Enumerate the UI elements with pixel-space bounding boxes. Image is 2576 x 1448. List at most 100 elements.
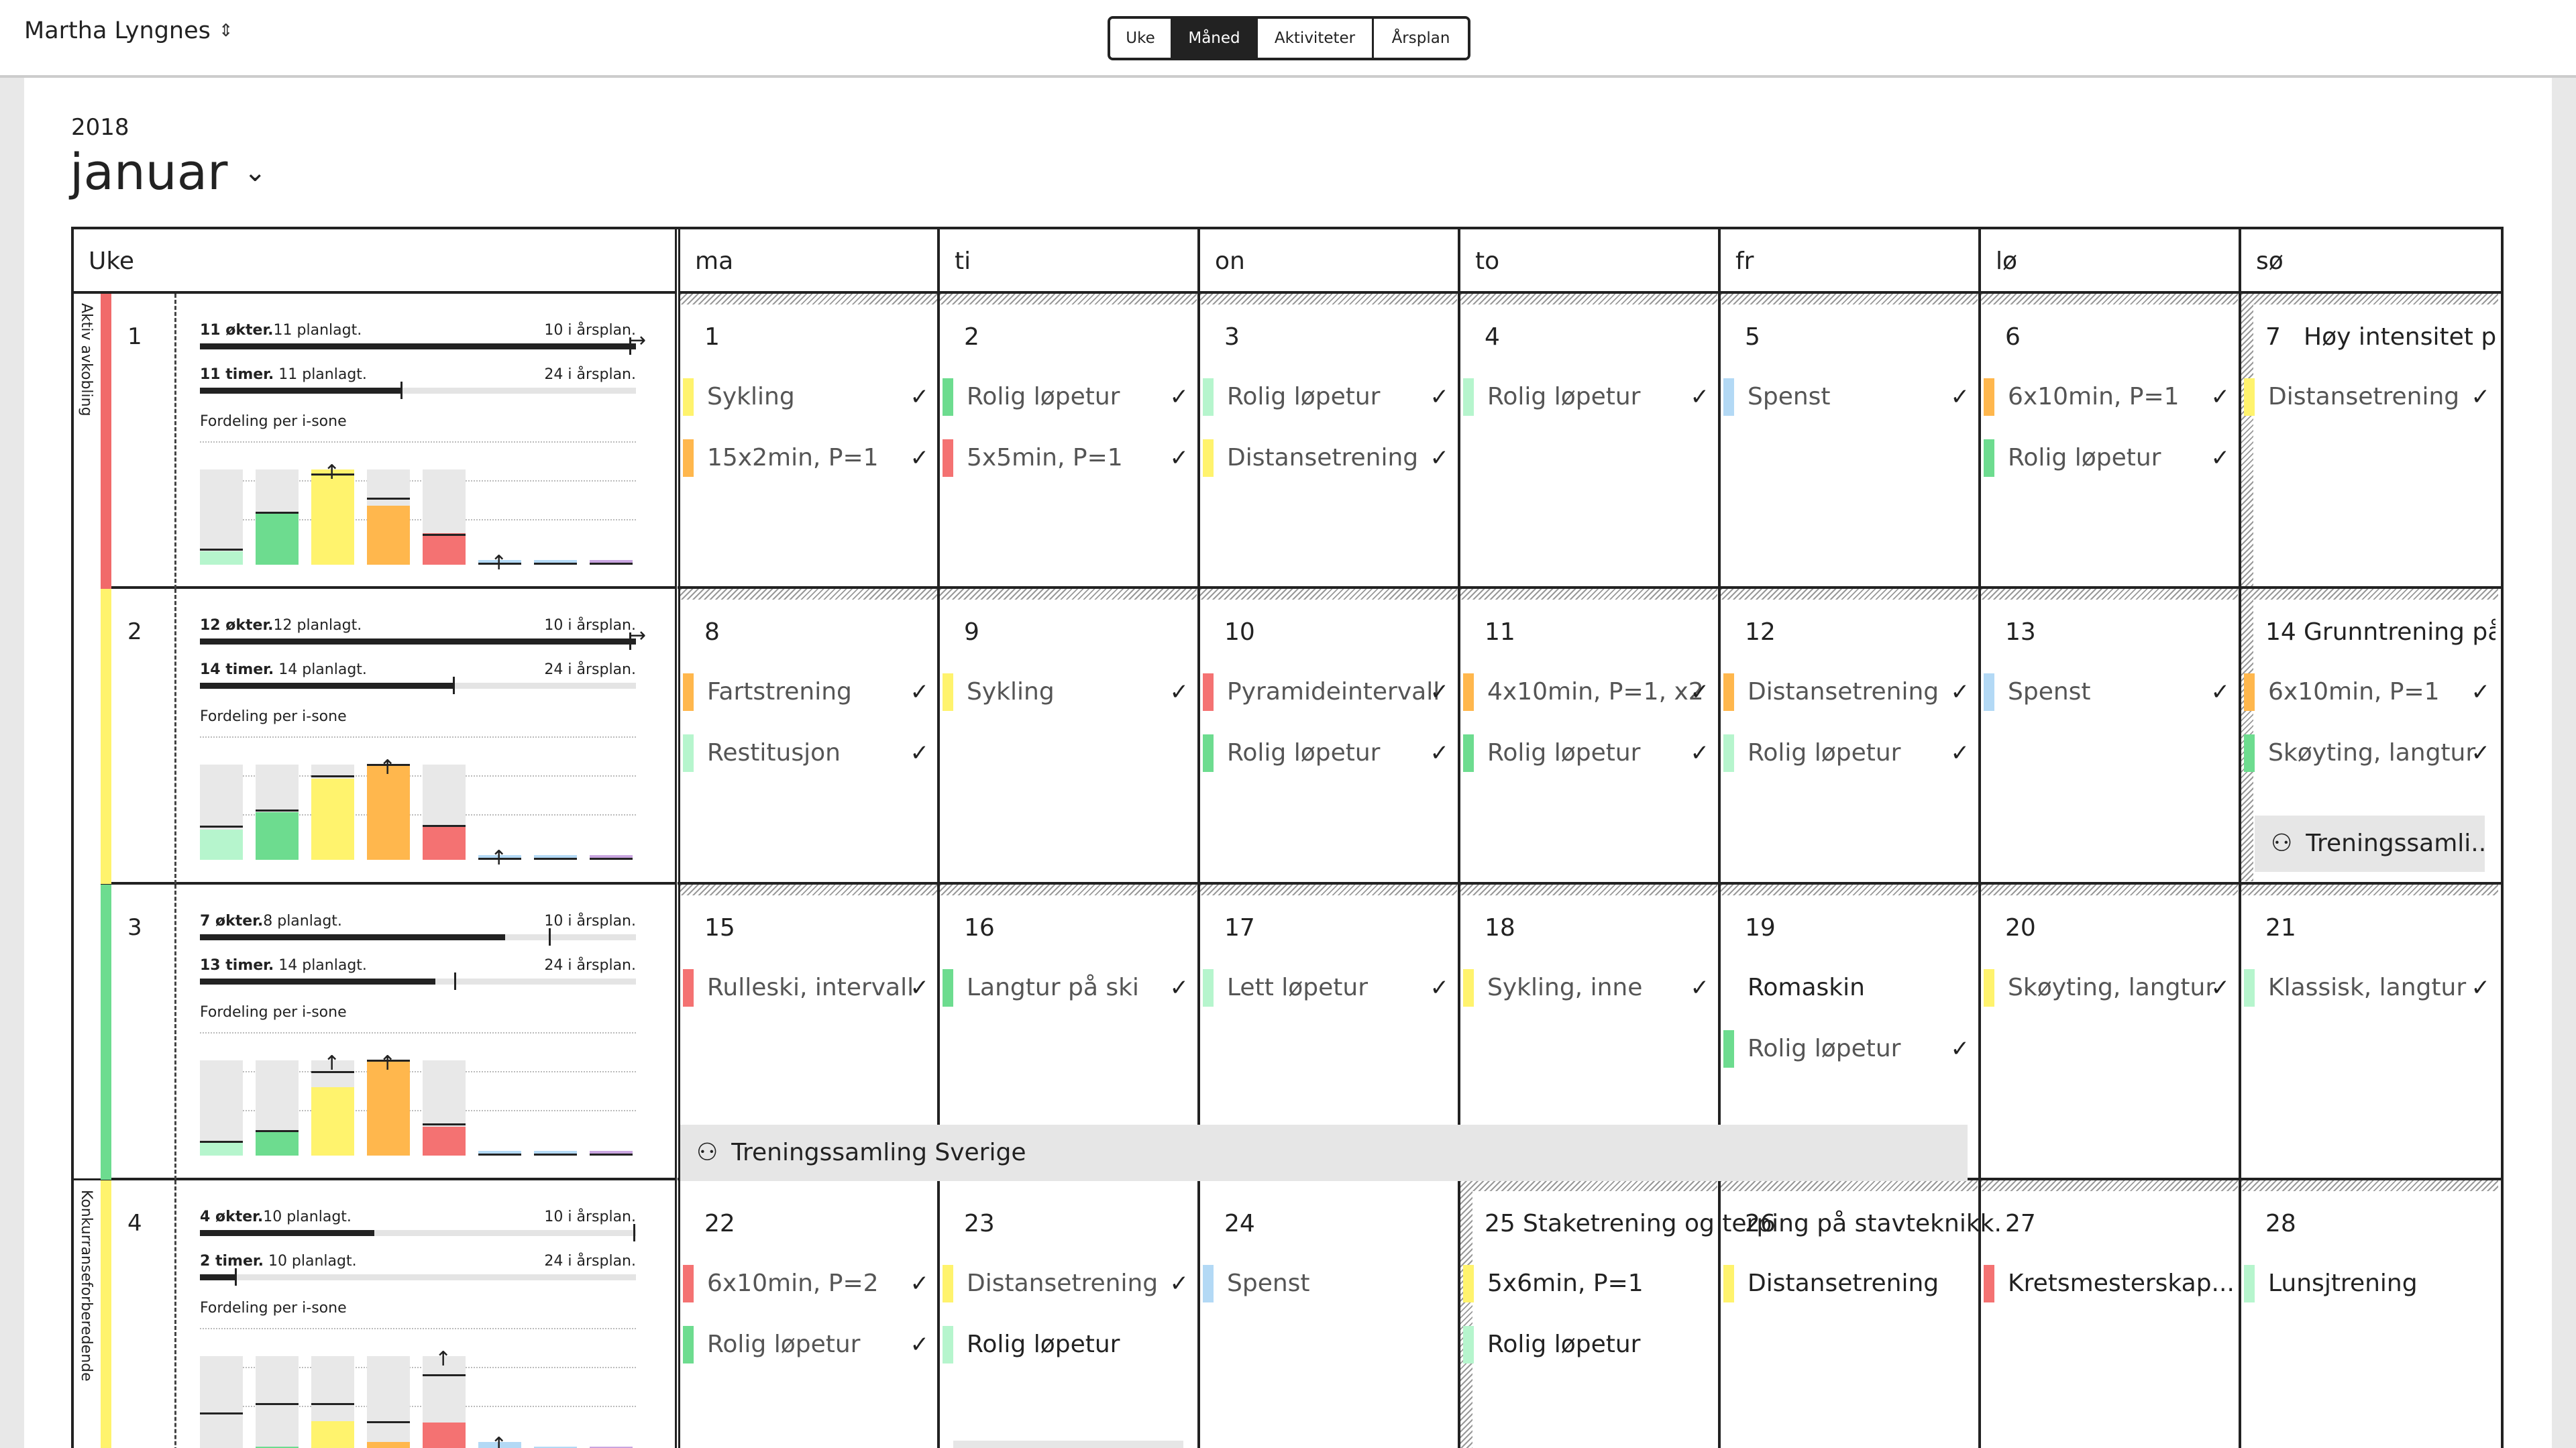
arrow-up-icon: ↑: [435, 1347, 452, 1371]
activity-item[interactable]: 6x10min, P=1 ✓: [1984, 378, 2230, 416]
activity-item[interactable]: Rulleski, intervall ✓: [683, 969, 929, 1007]
event-chip-spanning[interactable]: ⚇ Treningssamling Sverige: [680, 1125, 1968, 1181]
activity-item[interactable]: Pyramideintervall ✓: [1203, 673, 1449, 711]
day-cell[interactable]: 13 Spenst ✓: [1981, 589, 2238, 881]
zone-bar-1: [200, 1060, 243, 1156]
activity-item[interactable]: Skøyting, langtur ✓: [2244, 734, 2490, 772]
activity-item[interactable]: Spenst ✓: [1723, 378, 1970, 416]
activity-item[interactable]: Fartstrening ✓: [683, 673, 929, 711]
activity-item[interactable]: Rolig løpetur: [943, 1326, 1189, 1363]
activity-item[interactable]: Sykling, inne ✓: [1463, 969, 1709, 1007]
activity-item[interactable]: 5x6min, P=1: [1463, 1265, 1709, 1302]
activity-item[interactable]: Rolig løpetur ✓: [943, 378, 1189, 416]
day-cell[interactable]: 1 Sykling ✓ 15x2min, P=1 ✓: [680, 294, 937, 586]
activity-item[interactable]: Distansetrening ✓: [1723, 673, 1970, 711]
day-cell[interactable]: 24 Spenst: [1200, 1180, 1457, 1448]
user-selector[interactable]: Martha Lyngnes ⇕: [24, 17, 233, 44]
activity-item[interactable]: Lett løpetur ✓: [1203, 969, 1449, 1007]
activity-item[interactable]: Lunsjtrening: [2244, 1265, 2490, 1302]
zone-color-marker: [1984, 1265, 1994, 1302]
day-cell[interactable]: 9 Sykling ✓: [940, 589, 1197, 881]
activity-item[interactable]: Kretsmesterskap...: [1984, 1265, 2235, 1302]
month-calendar: Uke ma ti on to fr lø sø Aktiv avkobling Konkurra…: [71, 227, 2504, 1448]
day-cell[interactable]: 3 Rolig løpetur ✓ Distansetrening ✓: [1200, 294, 1457, 586]
activity-item[interactable]: Restitusjon ✓: [683, 734, 929, 772]
day-number: 11: [1485, 618, 1515, 646]
activity-item[interactable]: Rolig løpetur ✓: [1723, 734, 1970, 772]
month-selector[interactable]: januar ⌄: [70, 144, 266, 201]
activity-item[interactable]: 4x10min, P=1, x2 ✓: [1463, 673, 1709, 711]
zone-color-marker: [1463, 673, 1474, 711]
hours-plan-marker: [453, 677, 455, 694]
past-hatch: [680, 294, 937, 304]
day-cell[interactable]: 23 Distansetrening ✓ Rolig løpetur ⚕Helsekon…: [940, 1180, 1197, 1448]
day-cell[interactable]: 12 Distansetrening ✓ Rolig løpetur ✓: [1721, 589, 1978, 881]
activity-item[interactable]: Sykling ✓: [943, 673, 1189, 711]
day-number: 20: [2005, 914, 2036, 942]
hours-planned: 11 planlagt.: [274, 366, 367, 383]
activity-item[interactable]: Rolig løpetur ✓: [1463, 734, 1709, 772]
activity-label: Distansetrening: [967, 1270, 1159, 1297]
tab-month[interactable]: Måned: [1173, 19, 1258, 58]
zone-distribution-label: Fordeling per i-sone: [200, 708, 347, 725]
activity-item[interactable]: Distansetrening ✓: [1203, 439, 1449, 477]
day-cell[interactable]: 8 Fartstrening ✓ Restitusjon ✓: [680, 589, 937, 881]
zone-bar-fill: [256, 512, 299, 565]
day-cell[interactable]: 20 Skøyting, langtur ✓: [1981, 885, 2238, 1177]
day-cell[interactable]: 6 6x10min, P=1 ✓ Rolig løpetur ✓: [1981, 294, 2238, 586]
activity-item[interactable]: Rolig løpetur ✓: [1203, 734, 1449, 772]
day-number: 24: [1224, 1210, 1255, 1237]
event-chip[interactable]: ⚕Helsekontroll: [953, 1441, 1183, 1448]
check-icon: ✓: [1430, 679, 1450, 706]
activity-item[interactable]: Rolig løpetur ✓: [1203, 378, 1449, 416]
tab-yearplan[interactable]: Årsplan: [1374, 19, 1468, 58]
activity-item[interactable]: Klassisk, langtur ✓: [2244, 969, 2490, 1007]
day-cell[interactable]: 14 Grunntrening på 6x10min, P=1 ✓ Skøyting, …: [2241, 589, 2498, 881]
activity-item[interactable]: 5x5min, P=1 ✓: [943, 439, 1189, 477]
group-icon: ⚇: [696, 1139, 718, 1166]
activity-item[interactable]: Spenst ✓: [1984, 673, 2230, 711]
day-cell[interactable]: 2 Rolig løpetur ✓ 5x5min, P=1 ✓: [940, 294, 1197, 586]
day-cell[interactable]: 22 6x10min, P=2 ✓ Rolig løpetur ✓: [680, 1180, 937, 1448]
zone-color-marker: [683, 673, 694, 711]
activity-item[interactable]: Spenst: [1203, 1265, 1449, 1302]
day-cell[interactable]: 10 Pyramideintervall ✓ Rolig løpetur ✓: [1200, 589, 1457, 881]
day-cell[interactable]: 7 Høy intensitet på Distansetrening ✓: [2241, 294, 2498, 586]
tab-activities[interactable]: Aktiviteter: [1258, 19, 1374, 58]
activity-item[interactable]: Skøyting, langtur ✓: [1984, 969, 2230, 1007]
day-cell[interactable]: 4 Rolig løpetur ✓: [1460, 294, 1717, 586]
week-column-divider: [675, 229, 680, 1448]
day-number: 28: [2265, 1210, 2296, 1237]
activity-item[interactable]: Distansetrening: [1723, 1265, 1970, 1302]
arrow-up-icon: ↑: [379, 1052, 396, 1075]
day-title: Høy intensitet på: [2304, 323, 2496, 351]
activity-item[interactable]: Distansetrening ✓: [2244, 378, 2490, 416]
activity-item[interactable]: Langtur på ski ✓: [943, 969, 1189, 1007]
arrow-up-icon: ↑: [323, 461, 341, 484]
activity-item[interactable]: 6x10min, P=1 ✓: [2244, 673, 2490, 711]
day-cell[interactable]: 5 Spenst ✓: [1721, 294, 1978, 586]
activity-item[interactable]: Sykling ✓: [683, 378, 929, 416]
activity-item[interactable]: 6x10min, P=2 ✓: [683, 1265, 929, 1302]
activity-item[interactable]: Rolig løpetur ✓: [1984, 439, 2230, 477]
activity-item[interactable]: 15x2min, P=1 ✓: [683, 439, 929, 477]
past-hatch: [680, 589, 937, 600]
tab-week[interactable]: Uke: [1110, 19, 1173, 58]
activity-label: 6x10min, P=1: [2008, 383, 2180, 410]
day-cell[interactable]: 21 Klassisk, langtur ✓: [2241, 885, 2498, 1177]
activity-item[interactable]: Romaskin: [1723, 969, 1970, 1007]
activity-item[interactable]: Rolig løpetur ✓: [1463, 378, 1709, 416]
hours-line: 2 timer. 10 planlagt. 24 i årsplan.: [200, 1253, 636, 1270]
hours-done: 14 timer.: [200, 661, 274, 678]
check-icon: ✓: [2210, 445, 2231, 471]
activity-item[interactable]: Rolig løpetur ✓: [1723, 1030, 1970, 1068]
activity-item[interactable]: Distansetrening ✓: [943, 1265, 1189, 1302]
activity-item[interactable]: Rolig løpetur ✓: [683, 1326, 929, 1363]
event-chip[interactable]: ⚇ Treningssamli...: [2255, 816, 2485, 872]
past-hatch: [940, 589, 1197, 600]
zone-plan-marker: [423, 533, 466, 536]
activity-item[interactable]: Rolig løpetur: [1463, 1326, 1709, 1363]
day-cell[interactable]: 11 4x10min, P=1, x2 ✓ Rolig løpetur ✓: [1460, 589, 1717, 881]
day-cell[interactable]: 28 Lunsjtrening: [2241, 1180, 2498, 1448]
day-cell[interactable]: 25 Staketrening og terping på stavteknikk…: [1460, 1180, 2002, 1448]
